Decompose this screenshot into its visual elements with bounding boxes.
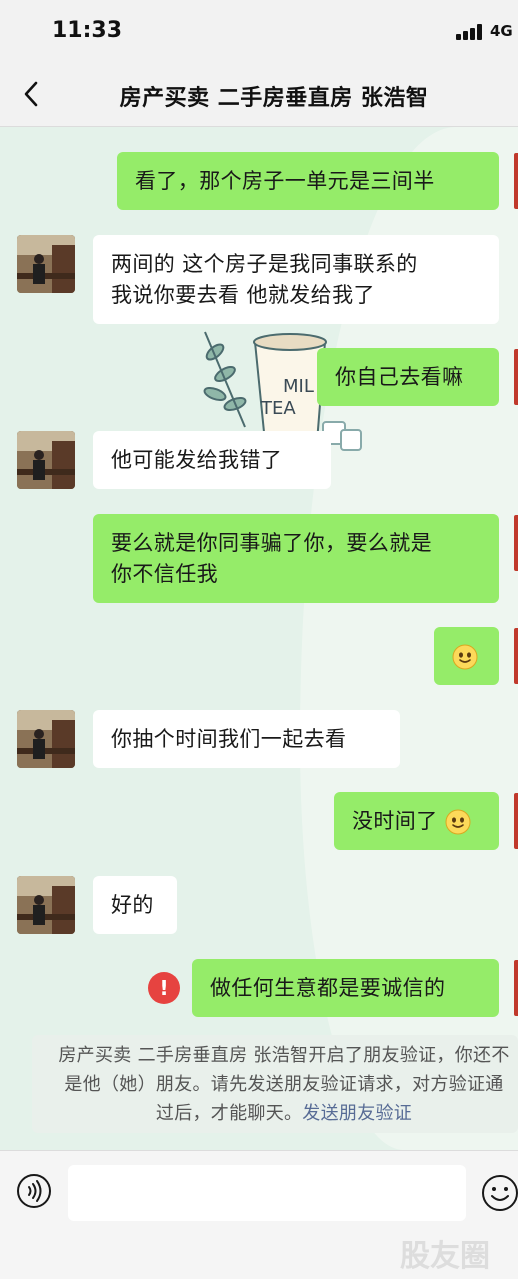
notice-line: 是他（她）朋友。请先发送朋友验证请求，对方验证通 [64, 1074, 504, 1095]
self-avatar-edge[interactable] [514, 793, 518, 849]
message-text: 你抽个时间我们一起去看 [111, 727, 347, 751]
smile-emoji-icon [445, 809, 471, 835]
signal-icon [456, 24, 484, 40]
message-bubble-received[interactable]: 他可能发给我错了 [93, 431, 331, 489]
network-type: 4G [490, 22, 513, 40]
send-failed-icon[interactable]: ! [148, 972, 180, 1004]
notice-line: 房产买卖 二手房垂直房 张浩智开启了朋友验证，你还不 [58, 1045, 510, 1066]
message-bubble-received[interactable]: 两间的 这个房子是我同事联系的 我说你要去看 他就发给我了 [93, 235, 499, 324]
self-avatar-edge[interactable] [514, 153, 518, 209]
voice-icon[interactable] [16, 1173, 52, 1209]
self-avatar-edge[interactable] [514, 515, 518, 571]
avatar[interactable] [17, 876, 75, 934]
message-text: 没时间了 [352, 809, 438, 833]
status-time: 11:33 [52, 18, 123, 43]
smile-emoji-icon [452, 644, 478, 670]
notice-line: 过后，才能聊天。 [155, 1103, 303, 1124]
message-bubble-sent[interactable] [434, 627, 499, 685]
message-text-line: 要么就是你同事骗了你，要么就是 [111, 531, 432, 555]
contact-avatar-icon [17, 431, 75, 489]
message-text-line: 两间的 这个房子是我同事联系的 [111, 252, 418, 276]
message-bubble-sent[interactable]: 要么就是你同事骗了你，要么就是 你不信任我 [93, 514, 499, 603]
input-bar: 股友圈 [0, 1150, 518, 1279]
avatar[interactable] [17, 431, 75, 489]
contact-avatar-icon [17, 710, 75, 768]
self-avatar-edge[interactable] [514, 960, 518, 1016]
contact-avatar-icon [17, 235, 75, 293]
emoji-icon[interactable] [480, 1173, 518, 1213]
chat-title: 房产买卖 二手房垂直房 张浩智 [119, 86, 429, 111]
contact-avatar-icon [17, 876, 75, 934]
message-bubble-sent[interactable]: 没时间了 [334, 792, 499, 850]
message-text: 做任何生意都是要诚信的 [210, 976, 446, 1000]
system-notice: 房产买卖 二手房垂直房 张浩智开启了朋友验证，你还不 是他（她）朋友。请先发送朋… [32, 1035, 518, 1133]
self-avatar-edge[interactable] [514, 349, 518, 405]
chat-area[interactable]: MIL TEA 看了，那个房子一单元是三间半 两间的 这个房子是我同事联系的 我… [0, 127, 518, 1150]
status-bar: 11:33 4G [0, 0, 518, 62]
self-avatar-edge[interactable] [514, 628, 518, 684]
message-text-line: 你不信任我 [111, 562, 218, 586]
message-text: 好的 [111, 893, 154, 917]
message-text: 看了，那个房子一单元是三间半 [135, 169, 435, 193]
wallpaper-text-2: TEA [260, 398, 296, 419]
send-verification-link[interactable]: 发送朋友验证 [302, 1103, 412, 1124]
avatar[interactable] [17, 710, 75, 768]
message-bubble-received[interactable]: 好的 [93, 876, 177, 934]
message-text-line: 我说你要去看 他就发给我了 [111, 283, 375, 307]
message-bubble-sent[interactable]: 看了，那个房子一单元是三间半 [117, 152, 499, 210]
message-text: 他可能发给我错了 [111, 448, 283, 472]
message-text: 你自己去看嘛 [335, 365, 464, 389]
avatar[interactable] [17, 235, 75, 293]
message-bubble-sent[interactable]: 你自己去看嘛 [317, 348, 499, 406]
message-input[interactable] [68, 1165, 466, 1221]
message-bubble-sent[interactable]: 做任何生意都是要诚信的 [192, 959, 499, 1017]
message-bubble-received[interactable]: 你抽个时间我们一起去看 [93, 710, 400, 768]
chat-header: 房产买卖 二手房垂直房 张浩智 [0, 62, 518, 127]
wallpaper-text-1: MIL [283, 376, 314, 397]
watermark: 股友圈 [400, 1239, 490, 1274]
